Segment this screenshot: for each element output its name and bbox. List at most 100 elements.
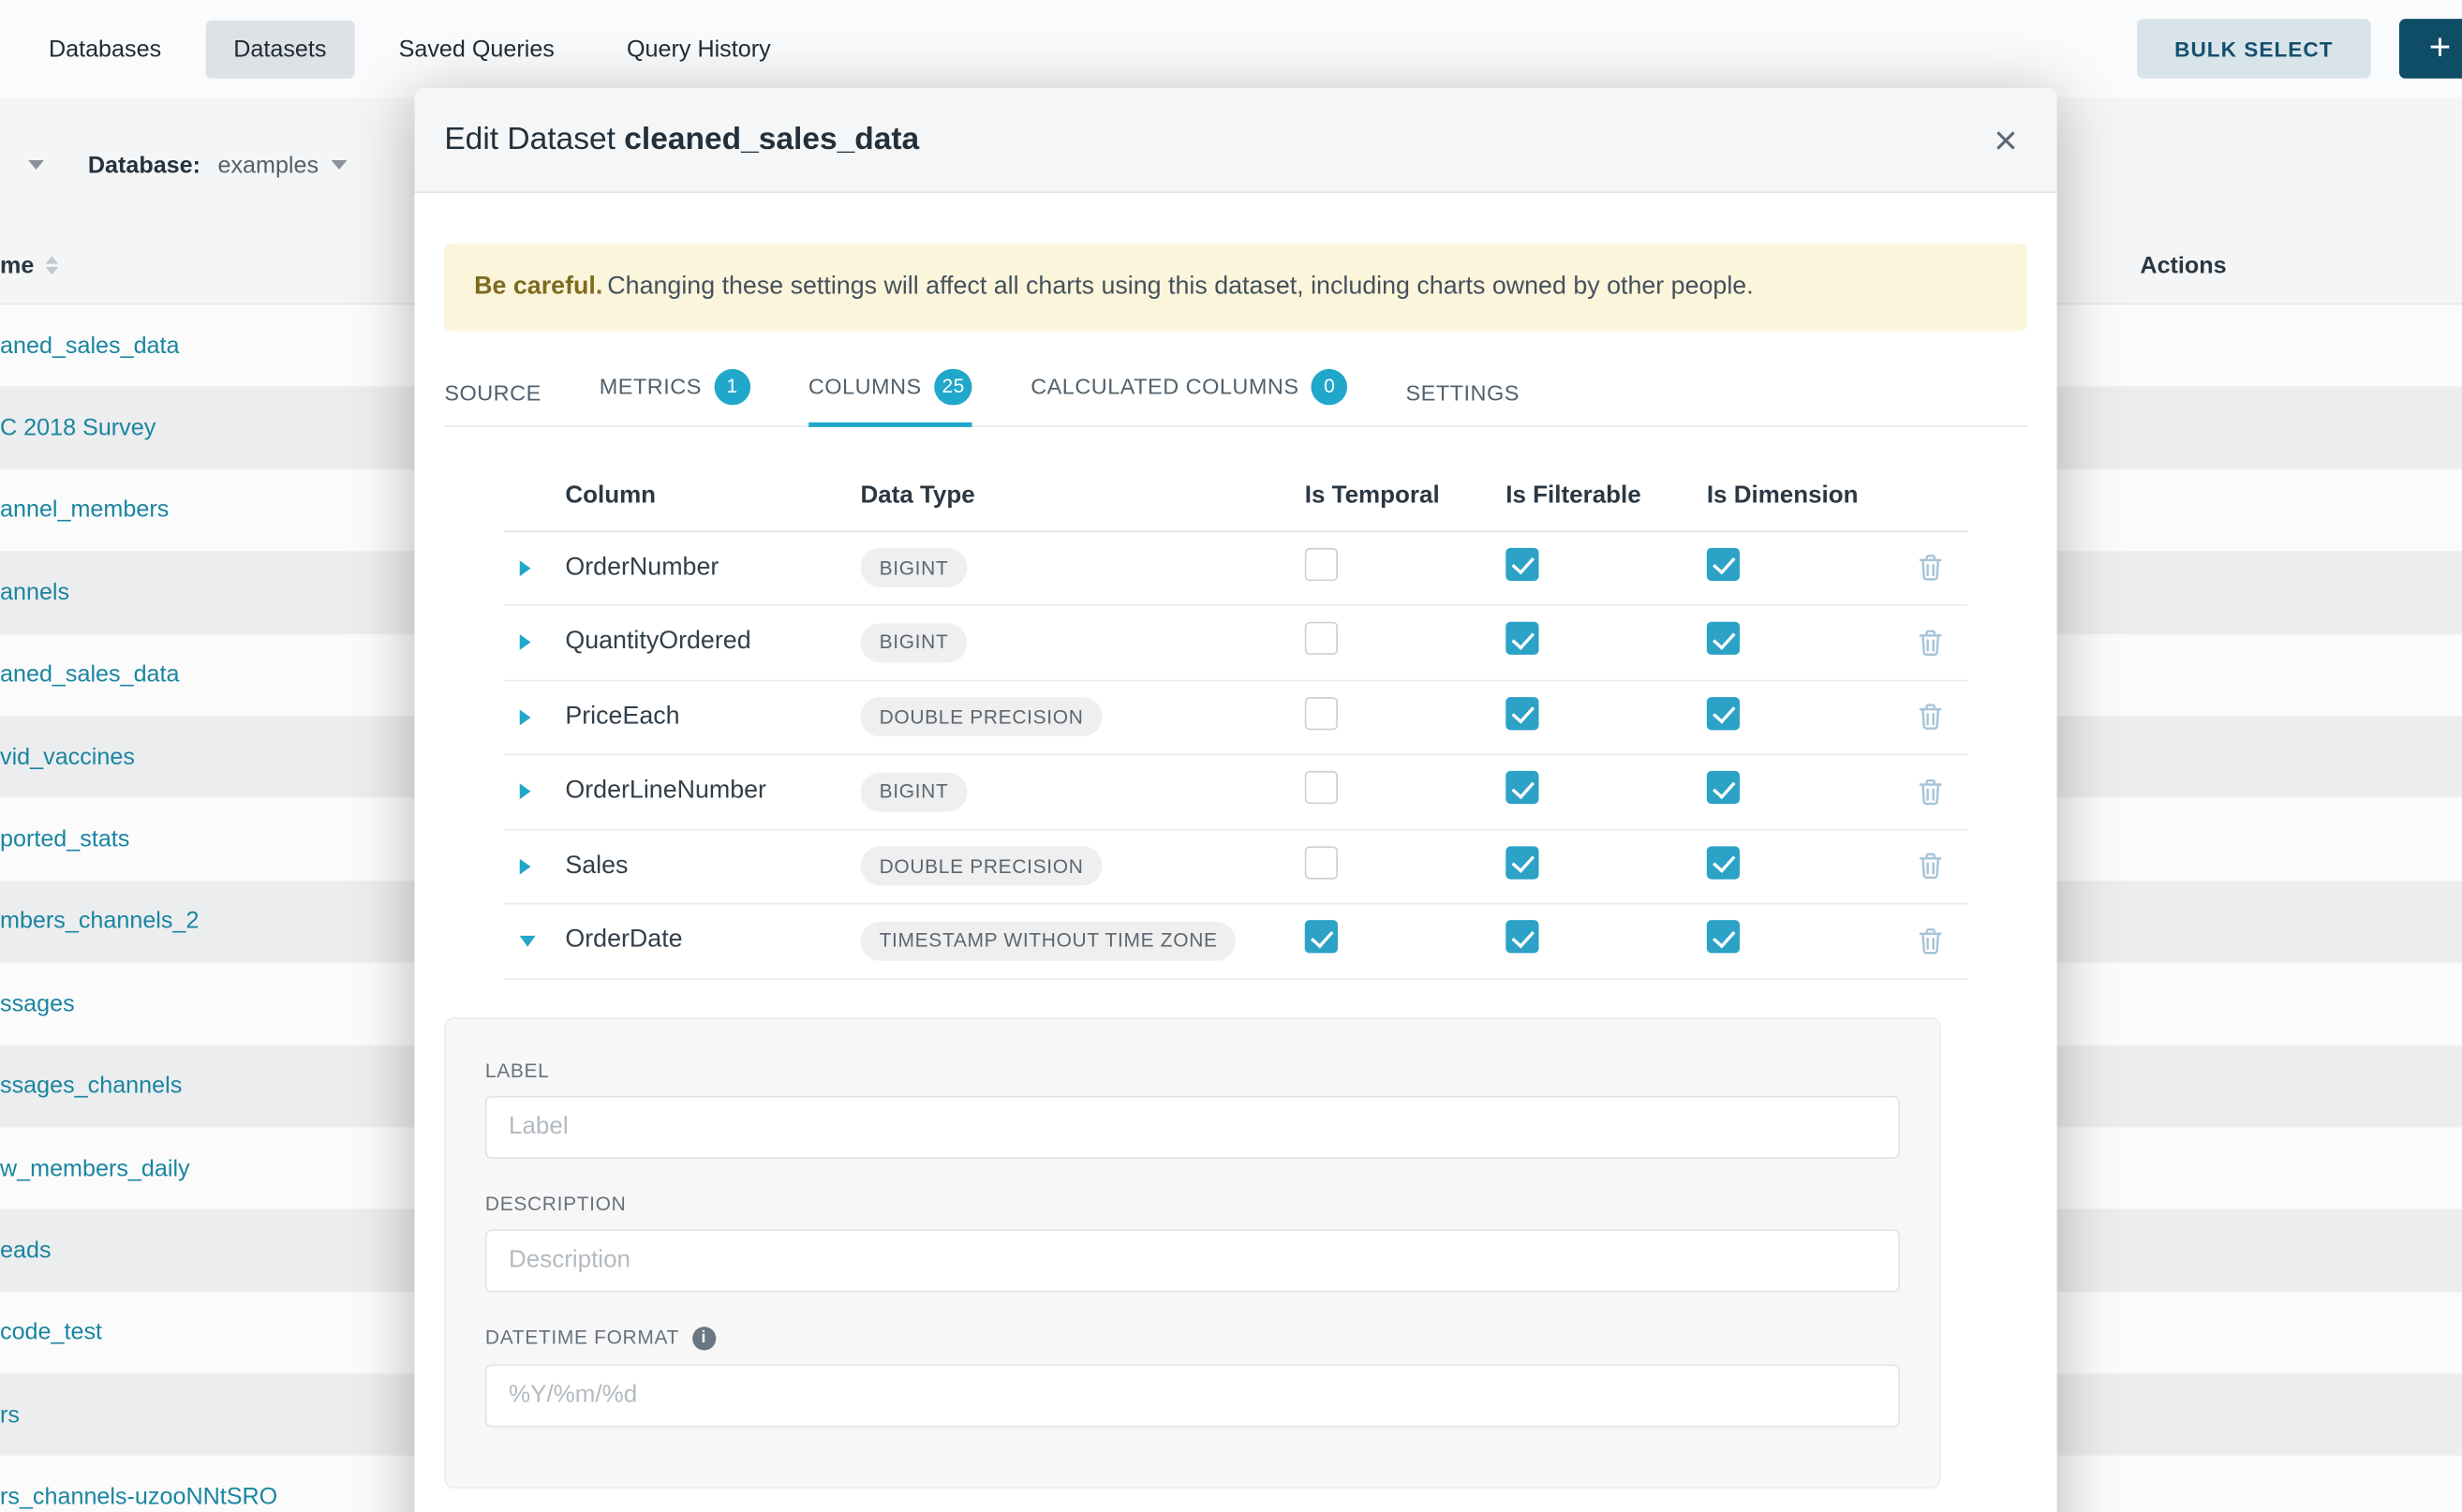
- is-dimension-cell: [1691, 846, 1892, 887]
- description-input[interactable]: [485, 1229, 1900, 1292]
- expand-toggle[interactable]: [504, 560, 545, 576]
- is-dimension-checkbox[interactable]: [1707, 772, 1740, 805]
- dataset-name-link[interactable]: ported_stats: [0, 826, 129, 852]
- datetime-format-input[interactable]: [485, 1364, 1900, 1427]
- delete-column-button[interactable]: [1892, 927, 1967, 954]
- is-dimension-checkbox[interactable]: [1707, 548, 1740, 581]
- database-select-caret-icon[interactable]: [331, 160, 347, 170]
- is-temporal-checkbox[interactable]: [1305, 921, 1338, 954]
- is-temporal-checkbox[interactable]: [1305, 846, 1338, 879]
- is-filterable-cell: [1491, 697, 1692, 738]
- column-row: PriceEach DOUBLE PRECISION: [504, 681, 1967, 756]
- is-filterable-checkbox[interactable]: [1505, 772, 1538, 805]
- column-data-type: BIGINT: [859, 623, 1289, 662]
- label-input[interactable]: [485, 1095, 1900, 1158]
- trash-icon: [1918, 853, 1941, 880]
- add-dataset-button[interactable]: +: [2399, 19, 2462, 79]
- dataset-name-link[interactable]: ssages_channels: [0, 1073, 182, 1099]
- is-filterable-checkbox[interactable]: [1505, 697, 1538, 730]
- is-filterable-checkbox[interactable]: [1505, 921, 1538, 954]
- expand-toggle[interactable]: [504, 709, 545, 725]
- dataset-name-link[interactable]: code_test: [0, 1319, 102, 1345]
- delete-column-button[interactable]: [1892, 704, 1967, 730]
- trash-icon: [1918, 778, 1941, 805]
- column-data-type: DOUBLE PRECISION: [859, 698, 1289, 737]
- dataset-name-link[interactable]: C 2018 Survey: [0, 415, 156, 441]
- is-dimension-checkbox[interactable]: [1707, 921, 1740, 954]
- is-filterable-cell: [1491, 846, 1692, 887]
- nav-item-databases[interactable]: Databases: [21, 20, 190, 78]
- is-temporal-checkbox[interactable]: [1305, 697, 1338, 730]
- is-dimension-checkbox[interactable]: [1707, 622, 1740, 655]
- is-temporal-cell: [1289, 622, 1491, 663]
- trash-icon: [1918, 555, 1941, 581]
- sort-icon[interactable]: [45, 256, 57, 274]
- bulk-select-button[interactable]: BULK SELECT: [2137, 19, 2371, 79]
- is-temporal-checkbox[interactable]: [1305, 622, 1338, 655]
- tab-label: SETTINGS: [1406, 379, 1520, 405]
- column-name: OrderDate: [545, 926, 859, 955]
- warning-bold-text: Be careful.: [474, 274, 602, 300]
- tab-count-badge: 25: [934, 368, 972, 405]
- tab-settings[interactable]: SETTINGS: [1406, 363, 1520, 424]
- app-root: Databases Datasets Saved Queries Query Hist…: [0, 0, 2462, 1512]
- is-dimension-header: Is Dimension: [1691, 482, 1892, 510]
- is-filterable-checkbox[interactable]: [1505, 548, 1538, 581]
- expand-toggle[interactable]: [504, 859, 545, 875]
- is-temporal-checkbox[interactable]: [1305, 548, 1338, 581]
- nav-item-datasets[interactable]: Datasets: [205, 20, 355, 78]
- nav-item-query-history[interactable]: Query History: [599, 20, 799, 78]
- delete-column-button[interactable]: [1892, 630, 1967, 656]
- tab-calculated-columns[interactable]: CALCULATED COLUMNS0: [1031, 352, 1347, 424]
- dataset-name-link[interactable]: rs: [0, 1401, 20, 1428]
- delete-column-button[interactable]: [1892, 778, 1967, 805]
- dataset-name-link[interactable]: aned_sales_data: [0, 333, 180, 359]
- dataset-name-link[interactable]: vid_vaccines: [0, 744, 135, 770]
- top-nav: Databases Datasets Saved Queries Query Hist…: [0, 0, 2462, 97]
- name-column-header[interactable]: me: [0, 252, 34, 278]
- expand-toggle[interactable]: [504, 936, 545, 947]
- is-filterable-checkbox[interactable]: [1505, 846, 1538, 879]
- is-dimension-checkbox[interactable]: [1707, 846, 1740, 879]
- nav-item-saved-queries[interactable]: Saved Queries: [370, 20, 583, 78]
- dataset-name-link[interactable]: annel_members: [0, 497, 169, 523]
- warning-banner: Be careful.Changing these settings will …: [444, 244, 2026, 331]
- expand-toggle[interactable]: [504, 635, 545, 651]
- info-icon[interactable]: i: [691, 1327, 715, 1350]
- tab-source[interactable]: SOURCE: [444, 363, 541, 424]
- caret-icon: [520, 936, 536, 947]
- dataset-name-link[interactable]: eads: [0, 1238, 52, 1264]
- tab-label: COLUMNS: [808, 374, 922, 399]
- is-temporal-checkbox[interactable]: [1305, 772, 1338, 805]
- dataset-name-link[interactable]: aned_sales_data: [0, 661, 180, 688]
- nav-menu: Databases Datasets Saved Queries Query Hist…: [21, 20, 799, 78]
- data-type-pill: DOUBLE PRECISION: [860, 847, 1102, 886]
- dataset-name-link[interactable]: w_members_daily: [0, 1155, 190, 1181]
- collapsed-select-caret-icon[interactable]: [28, 160, 44, 170]
- trash-icon: [1918, 630, 1941, 656]
- is-filterable-checkbox[interactable]: [1505, 622, 1538, 655]
- dataset-name-link[interactable]: annels: [0, 579, 69, 605]
- dataset-name-link[interactable]: rs_channels-uzooNNtSRO: [0, 1484, 277, 1510]
- is-filterable-header: Is Filterable: [1491, 482, 1692, 510]
- trash-icon: [1918, 927, 1941, 954]
- delete-column-button[interactable]: [1892, 555, 1967, 581]
- expand-toggle[interactable]: [504, 784, 545, 800]
- is-filterable-cell: [1491, 548, 1692, 589]
- tab-columns[interactable]: COLUMNS 25: [808, 352, 972, 424]
- data-type-pill: BIGINT: [860, 772, 967, 811]
- database-filter-value[interactable]: examples: [217, 152, 319, 178]
- tab-metrics[interactable]: METRICS1: [600, 352, 750, 424]
- caret-icon: [520, 560, 531, 576]
- is-dimension-cell: [1691, 772, 1892, 813]
- is-dimension-cell: [1691, 622, 1892, 663]
- data-type-pill: BIGINT: [860, 549, 967, 588]
- delete-column-button[interactable]: [1892, 853, 1967, 880]
- close-icon[interactable]: ×: [1984, 119, 2027, 160]
- is-temporal-cell: [1289, 921, 1491, 962]
- is-dimension-checkbox[interactable]: [1707, 697, 1740, 730]
- dataset-name-link[interactable]: mbers_channels_2: [0, 908, 199, 934]
- dataset-name-link[interactable]: ssages: [0, 990, 75, 1016]
- column-row: OrderDate TIMESTAMP WITHOUT TIME ZONE: [504, 905, 1967, 980]
- is-temporal-header: Is Temporal: [1289, 482, 1491, 510]
